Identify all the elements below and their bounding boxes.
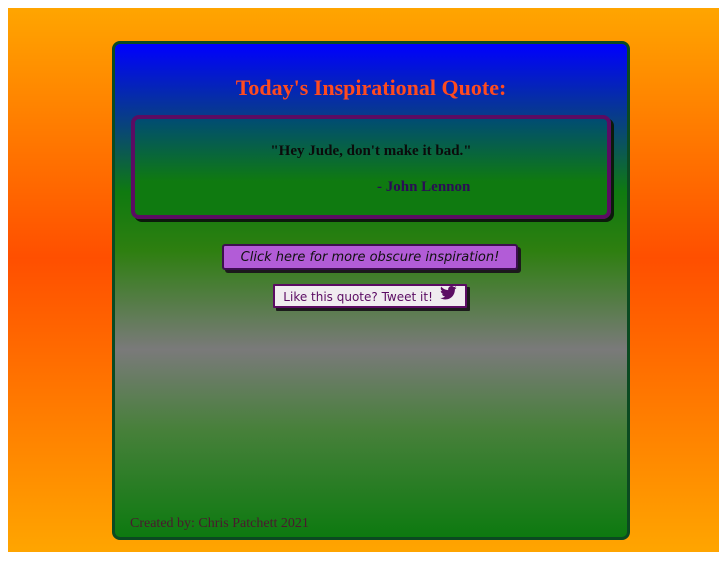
- quote-author: - John Lennon: [377, 179, 471, 195]
- quote-box: "Hey Jude, don't make it bad." - John Le…: [131, 115, 611, 219]
- more-inspiration-button[interactable]: Click here for more obscure inspiration!: [222, 244, 518, 270]
- tweet-quote-button[interactable]: Like this quote? Tweet it!: [273, 284, 467, 308]
- quote-card: Today's Inspirational Quote: "Hey Jude, …: [112, 41, 630, 540]
- twitter-icon: [439, 285, 457, 307]
- quote-text: "Hey Jude, don't make it bad.": [270, 143, 472, 159]
- page-title: Today's Inspirational Quote:: [235, 75, 507, 100]
- page-background: Today's Inspirational Quote: "Hey Jude, …: [8, 8, 719, 552]
- footer-credit: Created by: Chris Patchett 2021: [130, 516, 309, 531]
- tweet-button-label: Like this quote? Tweet it!: [283, 290, 433, 304]
